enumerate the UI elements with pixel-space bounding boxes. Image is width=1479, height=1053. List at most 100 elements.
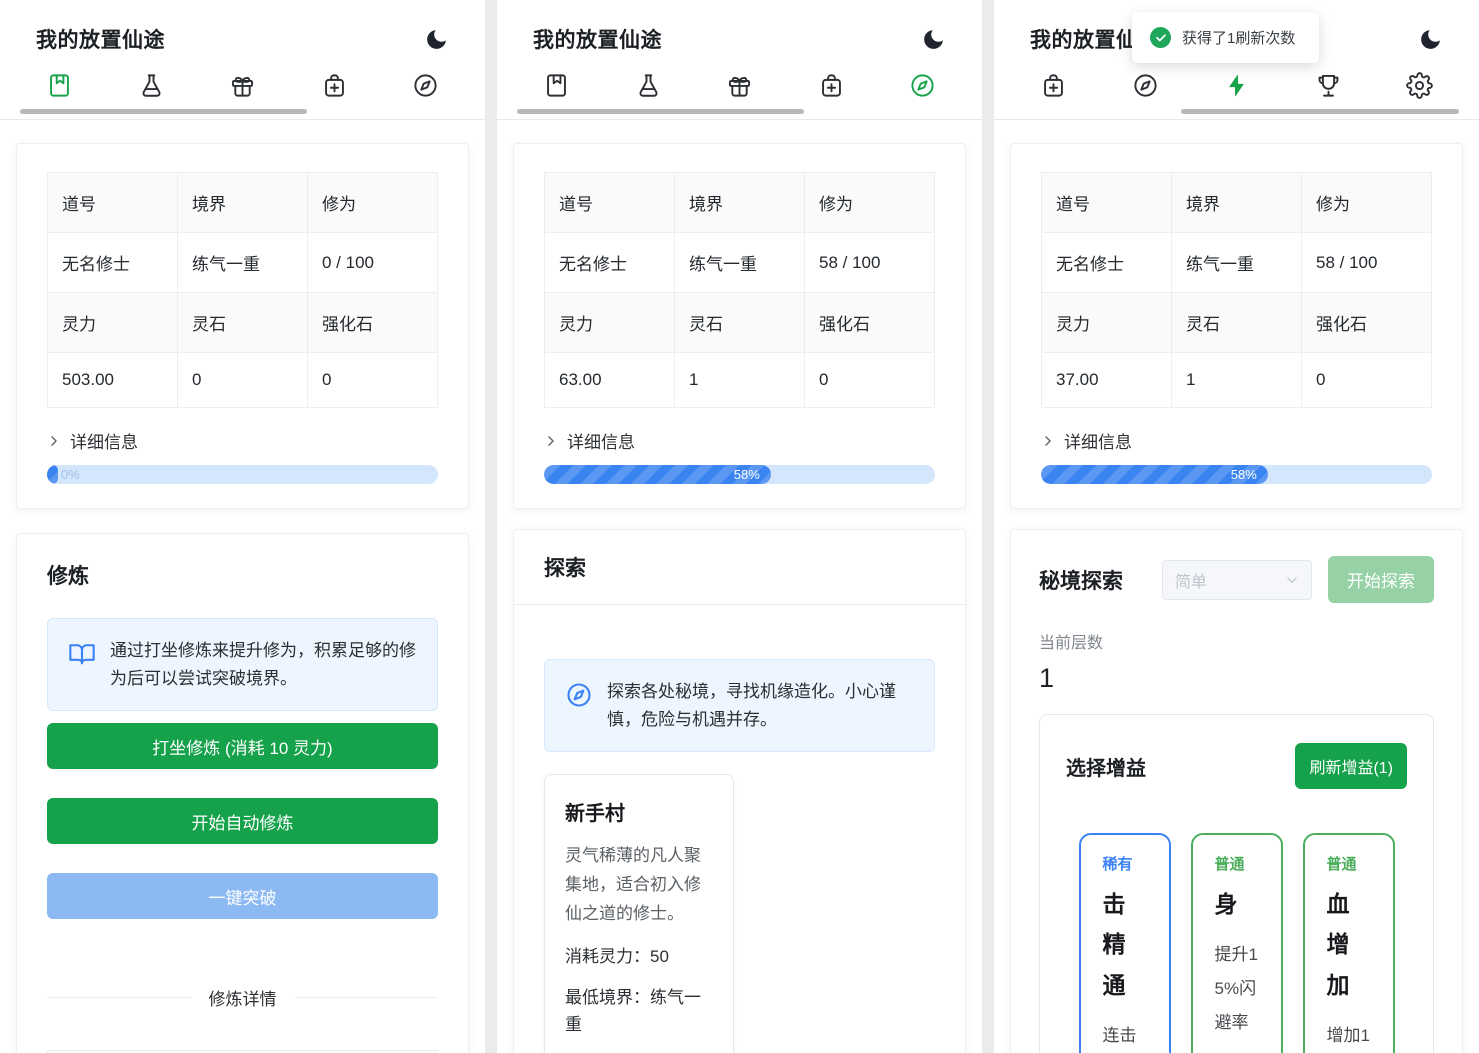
- stats-header-cell: 强化石: [308, 293, 438, 353]
- explore-card: 探索 探索各处秘境，寻找机缘造化。小心谨慎，危险与机遇并存。 新手村 灵气稀薄的…: [513, 529, 966, 1053]
- stats-header-cell: 修为: [805, 173, 935, 233]
- tab-trophy[interactable]: [1313, 70, 1344, 101]
- tab-medkit[interactable]: [319, 70, 350, 101]
- buff-selection-header: 选择增益 刷新增益(1): [1066, 743, 1407, 789]
- buff-card-common[interactable]: 普通 血增加 增加10%: [1303, 833, 1395, 1053]
- tab-gear[interactable]: [1404, 70, 1435, 101]
- moon-icon: [921, 27, 946, 52]
- stats-header-cell: 灵力: [1042, 293, 1172, 353]
- trophy-icon: [1315, 72, 1342, 99]
- buff-description: 连击率提升: [1103, 1019, 1147, 1053]
- tab-gift[interactable]: [227, 70, 258, 101]
- app-header: 我的放置仙途: [497, 0, 982, 54]
- gift-icon: [229, 72, 256, 99]
- stats-header-cell: 强化石: [1302, 293, 1432, 353]
- toast-notification: 获得了1刷新次数: [1132, 12, 1319, 63]
- medkit-icon: [1040, 72, 1067, 99]
- progress-fill: [47, 465, 58, 484]
- stats-header-cell: 境界: [1172, 173, 1302, 233]
- stats-value-cell: 练气一重: [675, 233, 805, 293]
- character-stats-card: 道号 境界 修为 无名修士 练气一重 58 / 100 灵力 灵石 强化石 37…: [1010, 143, 1463, 509]
- secret-realm-header: 秘境探索 简单 开始探索: [1039, 556, 1434, 603]
- stats-header-cell: 道号: [1042, 173, 1172, 233]
- journal-icon: [46, 72, 73, 99]
- medkit-icon: [321, 72, 348, 99]
- buff-description: 提升15%闪避率: [1215, 938, 1259, 1040]
- stats-header-cell: 强化石: [805, 293, 935, 353]
- buff-card-rare[interactable]: 稀有 击精通 连击率提升: [1079, 833, 1171, 1053]
- flask-icon: [635, 72, 662, 99]
- cultivation-detail-divider: 修炼详情: [47, 985, 438, 1010]
- dark-mode-toggle[interactable]: [424, 27, 449, 52]
- cultivation-progress-bar: 58%: [1041, 465, 1432, 484]
- buff-card-common[interactable]: 普通 身 提升15%闪避率: [1191, 833, 1283, 1053]
- divider-label: 修炼详情: [209, 985, 277, 1010]
- character-stats-card: 道号 境界 修为 无名修士 练气一重 58 / 100 灵力 灵石 强化石 63…: [513, 143, 966, 509]
- buff-rarity-badge: 普通: [1327, 853, 1371, 874]
- tab-scrollbar-thumb[interactable]: [20, 109, 307, 114]
- game-panel-explore: 我的放置仙途 道号 境界 修为 无名修士 练气一重 58 / 100 灵力: [497, 0, 982, 1053]
- breakthrough-button[interactable]: 一键突破: [47, 873, 438, 919]
- cultivation-info-text: 通过打坐修炼来提升修为，积累足够的修为后可以尝试突破境界。: [110, 637, 417, 692]
- tab-gift[interactable]: [724, 70, 755, 101]
- secret-realm-card: 秘境探索 简单 开始探索 当前层数 1 选择增益 刷新增益(1) 稀有 击精通 …: [1010, 529, 1463, 1053]
- chevron-right-icon: [1041, 434, 1055, 448]
- details-expander[interactable]: 详细信息: [544, 428, 635, 453]
- details-label: 详细信息: [1064, 428, 1132, 453]
- tab-bar: [497, 70, 982, 101]
- explore-info-box: 探索各处秘境，寻找机缘造化。小心谨慎，危险与机遇并存。: [544, 659, 935, 752]
- explore-card-header: 探索: [514, 530, 965, 605]
- stats-value-cell: 练气一重: [1172, 233, 1302, 293]
- stats-value-cell: 练气一重: [178, 233, 308, 293]
- moon-icon: [1418, 27, 1443, 52]
- location-min-realm: 最低境界：练气一重: [565, 984, 713, 1038]
- section-title: 秘境探索: [1039, 565, 1162, 595]
- tab-medkit[interactable]: [1038, 70, 1069, 101]
- current-floor-value: 1: [1039, 663, 1434, 694]
- progress-label: 58%: [1231, 467, 1257, 482]
- stats-value-cell: 0 / 100: [308, 233, 438, 293]
- tab-bar: [994, 70, 1479, 101]
- header-divider: [497, 119, 982, 120]
- compass-icon: [909, 72, 936, 99]
- dark-mode-toggle[interactable]: [1418, 27, 1443, 52]
- auto-cultivate-button[interactable]: 开始自动修炼: [47, 798, 438, 844]
- tab-compass[interactable]: [410, 70, 441, 101]
- details-label: 详细信息: [567, 428, 635, 453]
- tab-journal[interactable]: [44, 70, 75, 101]
- journal-icon: [543, 72, 570, 99]
- details-expander[interactable]: 详细信息: [47, 428, 138, 453]
- stats-header-cell: 修为: [1302, 173, 1432, 233]
- buff-rarity-badge: 普通: [1215, 853, 1259, 874]
- buff-title: 血增加: [1327, 884, 1371, 1005]
- tab-medkit[interactable]: [816, 70, 847, 101]
- start-explore-button[interactable]: 开始探索: [1328, 556, 1434, 603]
- refresh-buffs-button[interactable]: 刷新增益(1): [1295, 743, 1407, 789]
- tab-lightning[interactable]: [1221, 70, 1252, 101]
- gear-icon: [1406, 72, 1433, 99]
- tab-journal[interactable]: [541, 70, 572, 101]
- tab-scrollbar-thumb[interactable]: [1181, 109, 1459, 114]
- meditate-button[interactable]: 打坐修炼 (消耗 10 灵力): [47, 723, 438, 769]
- gift-icon: [726, 72, 753, 99]
- tab-scrollbar: [994, 109, 1479, 114]
- tab-flask[interactable]: [136, 70, 167, 101]
- stats-table: 道号 境界 修为 无名修士 练气一重 0 / 100 灵力 灵石 强化石 503…: [47, 172, 438, 408]
- details-expander[interactable]: 详细信息: [1041, 428, 1132, 453]
- toast-text: 获得了1刷新次数: [1182, 27, 1295, 48]
- location-description: 灵气稀薄的凡人聚集地，适合初入修仙之道的修士。: [565, 842, 713, 929]
- tab-scrollbar: [497, 109, 982, 114]
- tab-compass[interactable]: [1130, 70, 1161, 101]
- tab-scrollbar: [0, 109, 485, 114]
- game-panel-secret-realm: 获得了1刷新次数 我的放置仙途 道号 境界 修为 无名修士 练气一重 58 / …: [994, 0, 1479, 1053]
- difficulty-select[interactable]: 简单: [1162, 560, 1312, 600]
- tab-flask[interactable]: [633, 70, 664, 101]
- tab-compass[interactable]: [907, 70, 938, 101]
- tab-bar: [0, 70, 485, 101]
- stats-header-cell: 灵石: [178, 293, 308, 353]
- location-cost: 消耗灵力：50: [565, 943, 713, 970]
- dark-mode-toggle[interactable]: [921, 27, 946, 52]
- tab-scrollbar-thumb[interactable]: [517, 109, 804, 114]
- buff-title: 身: [1215, 884, 1259, 924]
- stats-value-cell: 0: [1302, 353, 1432, 408]
